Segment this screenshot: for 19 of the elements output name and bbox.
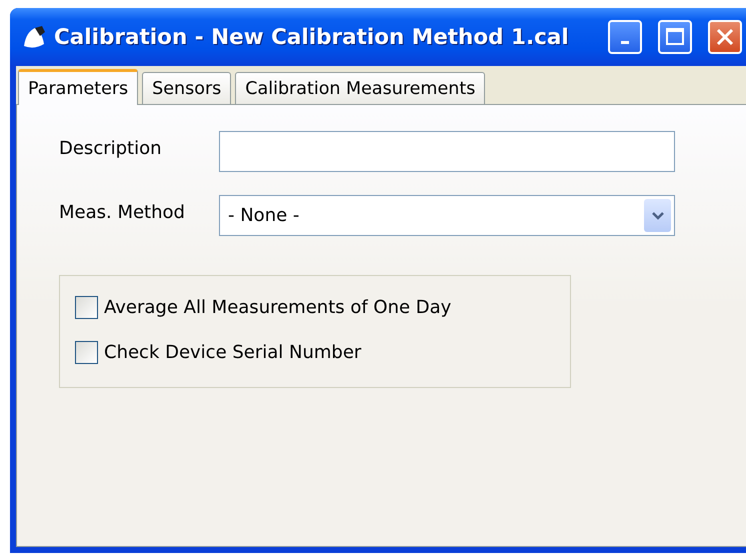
tab[interactable]: Calibration Measurements <box>235 72 486 104</box>
window-title: Calibration - New Calibration Method 1.cal <box>54 24 570 50</box>
maximize-icon <box>665 27 685 47</box>
close-icon <box>715 27 735 47</box>
checkbox-label[interactable]: Average All Measurements of One Day <box>104 297 452 318</box>
tab[interactable]: Sensors <box>142 72 232 104</box>
method-dropdown[interactable]: - None - <box>219 195 675 236</box>
minimize-icon <box>621 41 629 44</box>
tab[interactable]: Parameters <box>18 69 138 105</box>
chevron-down-icon[interactable] <box>644 199 671 232</box>
checkbox-label[interactable]: Check Device Serial Number <box>104 342 362 363</box>
minimize-button[interactable] <box>608 20 642 54</box>
field-label: Meas. Method <box>59 202 186 223</box>
checkbox[interactable] <box>75 341 98 364</box>
field-label: Description <box>59 138 163 159</box>
close-button[interactable] <box>708 20 742 54</box>
description-field[interactable] <box>219 131 675 172</box>
maximize-button[interactable] <box>658 20 692 54</box>
checkbox[interactable] <box>75 296 98 319</box>
